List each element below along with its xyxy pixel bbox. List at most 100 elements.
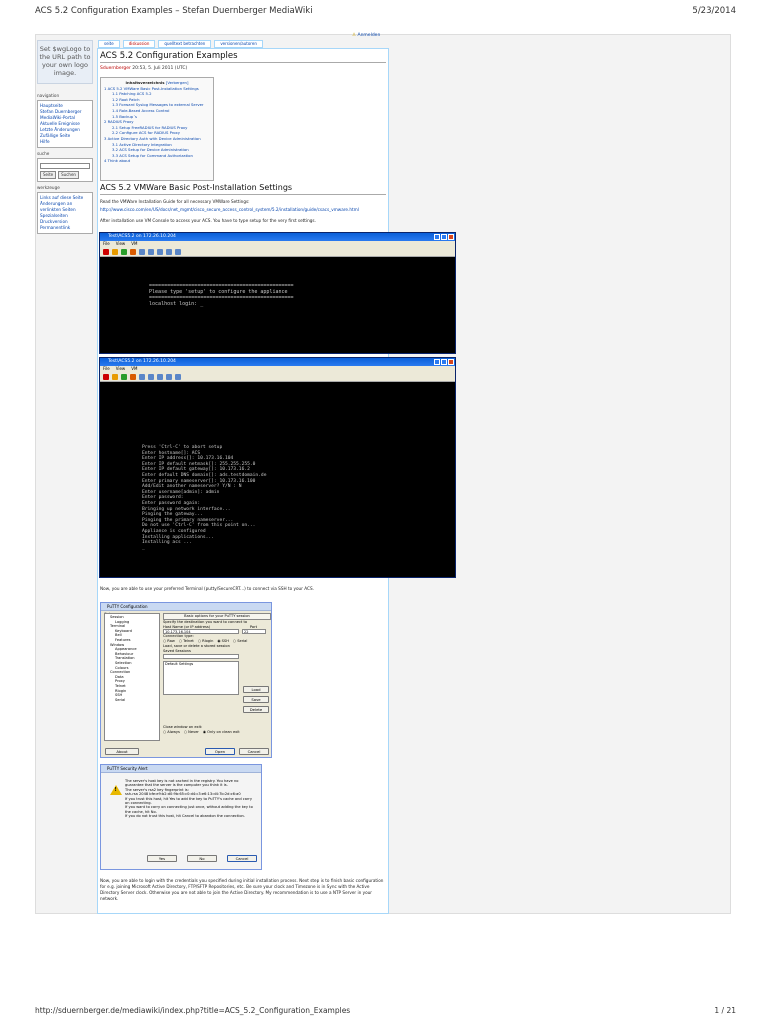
radio-clean-exit[interactable]: ◉ Only on clean exit bbox=[203, 730, 240, 735]
fullscreen-icon[interactable] bbox=[166, 373, 172, 380]
print-header: ACS 5.2 Configuration Examples – Stefan … bbox=[35, 6, 736, 20]
reset-icon[interactable] bbox=[130, 248, 136, 255]
settings-icon[interactable] bbox=[175, 248, 181, 255]
manage-snapshot-icon[interactable] bbox=[157, 248, 163, 255]
manage-snapshot-icon[interactable] bbox=[157, 373, 163, 380]
tab-quelltext[interactable]: quelltext betrachten bbox=[158, 40, 212, 48]
radio-ssh[interactable]: ◉ SSH bbox=[217, 639, 229, 644]
maximize-icon[interactable] bbox=[441, 234, 447, 240]
putty-config-dialog: PuTTY Configuration Category: Session Lo… bbox=[100, 602, 272, 758]
byline: Sduernberger 20:53, 5. Juli 2011 (UTC) bbox=[100, 66, 187, 71]
snapshot-icon[interactable] bbox=[139, 248, 145, 255]
close-option-group: ○ Always ○ Never ◉ Only on clean exit bbox=[163, 730, 240, 735]
search-title: suche bbox=[37, 151, 50, 156]
toc-entry[interactable]: 4 Think about bbox=[104, 158, 210, 164]
stop-icon[interactable] bbox=[103, 248, 109, 255]
go-button[interactable]: Seite bbox=[40, 171, 57, 179]
table-of-contents: Inhaltsverzeichnis [Verbergen] 1 ACS 5.2… bbox=[100, 77, 214, 181]
search-button[interactable]: Suchen bbox=[58, 171, 79, 179]
tab-versionen[interactable]: versionen/autoren bbox=[214, 40, 263, 48]
settings-icon[interactable] bbox=[175, 373, 181, 380]
search-input[interactable] bbox=[40, 163, 90, 169]
minimize-icon[interactable] bbox=[434, 234, 440, 240]
reset-icon[interactable] bbox=[130, 373, 136, 380]
snapshot-icon[interactable] bbox=[139, 373, 145, 380]
vm-console-screen-2[interactable]: Press 'Ctrl-C' to abort setup Enter host… bbox=[100, 382, 455, 577]
menu-file[interactable]: File bbox=[103, 241, 110, 247]
byline-date: 20:53, 5. Juli 2011 (UTC) bbox=[132, 66, 188, 71]
byline-user-link[interactable]: Sduernberger bbox=[100, 66, 131, 71]
menu-view[interactable]: View bbox=[116, 241, 126, 247]
about-button[interactable]: About bbox=[105, 748, 139, 755]
yes-button[interactable]: Yes bbox=[147, 855, 177, 862]
stop-icon[interactable] bbox=[103, 373, 109, 380]
after-install-paragraph: After installation use VM Console to acc… bbox=[100, 218, 316, 223]
revert-icon[interactable] bbox=[148, 248, 154, 255]
logo-text: Set $wgLogo to the URL path to your own … bbox=[39, 45, 91, 77]
delete-button[interactable]: Delete bbox=[243, 706, 269, 713]
tab-diskussion[interactable]: diskussion bbox=[122, 40, 156, 48]
warning-icon bbox=[110, 785, 122, 795]
play-icon[interactable] bbox=[121, 373, 127, 380]
tree-item[interactable]: Serial bbox=[107, 698, 157, 703]
sidebar: navigation Hauptseite Stefan Duernberger… bbox=[37, 90, 93, 234]
cancel-button[interactable]: Cancel bbox=[227, 855, 257, 862]
session-item[interactable]: Default Settings bbox=[165, 662, 238, 666]
user-icon: ♙ bbox=[352, 33, 357, 38]
menu-vm[interactable]: VM bbox=[131, 241, 137, 247]
vmware-guide-link[interactable]: http://www.cisco.com/en/US/docs/net_mgmt… bbox=[100, 207, 359, 212]
tools-box: Links auf diese Seite Änderungen an verl… bbox=[37, 192, 93, 234]
alert-message: The server's host key is not cached in t… bbox=[125, 779, 253, 819]
toc-entry[interactable]: 3 Active Directory Auth with Device Admi… bbox=[104, 136, 210, 142]
fullscreen-icon[interactable] bbox=[166, 248, 172, 255]
intro-paragraph: Read the VMWare Installation Guide for a… bbox=[100, 199, 386, 205]
radio-never[interactable]: ○ Never bbox=[184, 730, 199, 735]
sidebar-item-hilfe[interactable]: Hilfe bbox=[40, 139, 90, 145]
login-link[interactable]: ♙ Anmelden bbox=[352, 33, 380, 38]
putty-category-tree: Session Logging Terminal Keyboard Bell F… bbox=[104, 613, 160, 741]
vm-toolbar bbox=[100, 372, 455, 382]
putty-session-panel: Basic options for your PuTTY session Spe… bbox=[163, 613, 271, 741]
tool-related-changes[interactable]: Änderungen an verlinkten Seiten bbox=[40, 201, 90, 213]
navigation-title: navigation bbox=[37, 93, 60, 98]
saved-session-input[interactable] bbox=[163, 653, 239, 659]
maximize-icon[interactable] bbox=[441, 359, 447, 365]
sidebar-item-portal[interactable]: Stefan Duernberger MediaWiki-Portal bbox=[40, 109, 90, 121]
putty-security-alert: PuTTY Security Alert The server's host k… bbox=[100, 764, 262, 870]
section-heading: ACS 5.2 VMWare Basic Post-Installation S… bbox=[100, 183, 293, 192]
radio-serial[interactable]: ○ Serial bbox=[233, 639, 247, 644]
menu-view[interactable]: View bbox=[116, 366, 126, 372]
play-icon[interactable] bbox=[121, 248, 127, 255]
intro-text: Read the VMWare Installation Guide for a… bbox=[100, 199, 250, 204]
radio-raw[interactable]: ○ Raw bbox=[163, 639, 175, 644]
print-title: ACS 5.2 Configuration Examples – Stefan … bbox=[35, 6, 313, 16]
vm-console-screen-1[interactable]: ========================================… bbox=[100, 257, 455, 353]
radio-always[interactable]: ○ Always bbox=[163, 730, 180, 735]
tool-permalink[interactable]: Permanentlink bbox=[40, 225, 90, 231]
close-icon[interactable] bbox=[448, 234, 454, 240]
vm-titlebar: Test\ACS5.2 on 172.26.10.204 bbox=[100, 233, 455, 241]
no-button[interactable]: No bbox=[187, 855, 217, 862]
pause-icon[interactable] bbox=[112, 373, 118, 380]
pause-icon[interactable] bbox=[112, 248, 118, 255]
toc-toggle[interactable]: [Verbergen] bbox=[166, 80, 189, 85]
wiki-logo[interactable]: Set $wgLogo to the URL path to your own … bbox=[37, 40, 93, 84]
open-button[interactable]: Open bbox=[205, 748, 235, 755]
load-button[interactable]: Load bbox=[243, 686, 269, 693]
menu-vm[interactable]: VM bbox=[131, 366, 137, 372]
radio-rlogin[interactable]: ○ Rlogin bbox=[198, 639, 214, 644]
vm-title: Test\ACS5.2 on 172.26.10.204 bbox=[108, 359, 176, 364]
radio-telnet[interactable]: ○ Telnet bbox=[179, 639, 194, 644]
cancel-button[interactable]: Cancel bbox=[239, 748, 269, 755]
sessions-list[interactable]: Default Settings bbox=[163, 660, 239, 695]
login-label: Anmelden bbox=[357, 33, 381, 38]
close-icon[interactable] bbox=[448, 359, 454, 365]
toc-title-text: Inhaltsverzeichnis bbox=[125, 80, 165, 85]
tab-seite[interactable]: seite bbox=[98, 40, 120, 48]
minimize-icon[interactable] bbox=[434, 359, 440, 365]
revert-icon[interactable] bbox=[148, 373, 154, 380]
print-date: 5/23/2014 bbox=[692, 6, 736, 16]
menu-file[interactable]: File bbox=[103, 366, 110, 372]
save-button[interactable]: Save bbox=[243, 696, 269, 703]
port-input[interactable]: 22 bbox=[242, 629, 266, 635]
